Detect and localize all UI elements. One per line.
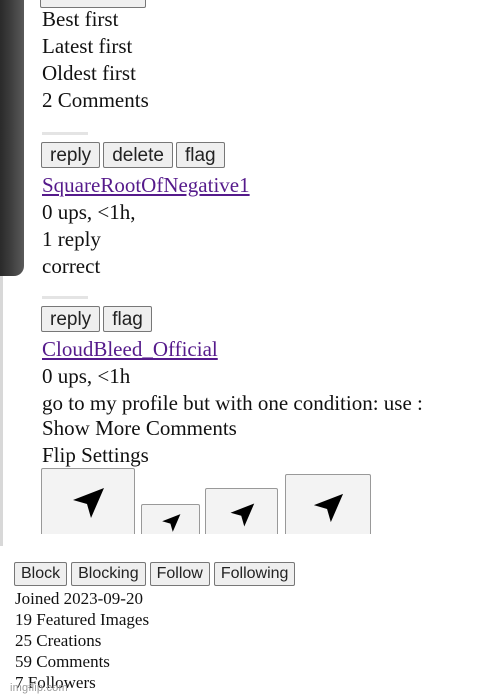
comment-2-text: go to my profile but with one condition:…: [42, 391, 423, 415]
comment-1-meta: 0 ups, <1h,: [42, 200, 136, 224]
reply-button[interactable]: reply: [41, 306, 101, 332]
profile-featured-images[interactable]: 19 Featured Images: [15, 609, 149, 630]
flag-button[interactable]: flag: [103, 306, 152, 332]
profile-actions: Block Blocking Follow Following: [14, 562, 296, 586]
sort-oldest-first[interactable]: Oldest first: [42, 60, 136, 86]
comment-1-actions: reply delete flag: [41, 142, 225, 168]
block-button[interactable]: Block: [14, 562, 68, 586]
follow-button[interactable]: Follow: [149, 562, 210, 586]
profile-comments[interactable]: 59 Comments: [15, 651, 110, 672]
reply-button[interactable]: reply: [41, 142, 101, 168]
comment-1-username[interactable]: SquareRootOfNegative1: [42, 172, 250, 198]
cursor-arrow-icon: [161, 513, 181, 538]
sort-best-first[interactable]: Best first: [42, 6, 118, 32]
arrow-size-large[interactable]: [41, 468, 135, 542]
comment-1-text: correct: [42, 254, 101, 278]
sort-latest-first[interactable]: Latest first: [42, 33, 132, 59]
blocking-button[interactable]: Blocking: [71, 562, 146, 586]
delete-button[interactable]: delete: [103, 142, 173, 168]
background-edge-line: [0, 276, 3, 546]
profile-joined: Joined 2023-09-20: [15, 589, 143, 608]
username-link[interactable]: SquareRootOfNegative1: [42, 173, 250, 197]
comment-divider: [42, 132, 88, 135]
username-link[interactable]: CloudBleed_Official: [42, 337, 218, 361]
background-image-edge: [0, 0, 24, 276]
comments-count: 2 Comments: [42, 88, 149, 112]
show-more-comments-link[interactable]: Show More Comments: [42, 415, 237, 441]
profile-panel: Block Blocking Follow Following Joined 2…: [8, 535, 500, 696]
flag-button[interactable]: flag: [175, 142, 225, 168]
comment-1-replies[interactable]: 1 reply: [42, 226, 101, 252]
comments-panel: Best first Latest first Oldest first 2 C…: [40, 0, 500, 546]
comment-2-actions: reply flag: [41, 306, 152, 332]
flip-settings-label: Flip Settings: [42, 443, 149, 467]
cursor-arrow-icon: [71, 486, 105, 525]
comment-2-meta: 0 ups, <1h: [42, 364, 131, 388]
cursor-arrow-icon: [312, 492, 344, 529]
comment-2-username[interactable]: CloudBleed_Official: [42, 336, 218, 362]
following-button[interactable]: Following: [213, 562, 296, 586]
profile-creations[interactable]: 25 Creations: [15, 630, 101, 651]
cursor-arrow-icon: [229, 502, 255, 533]
imgflip-watermark: imgflip.com: [10, 682, 68, 694]
comment-divider: [42, 296, 88, 299]
